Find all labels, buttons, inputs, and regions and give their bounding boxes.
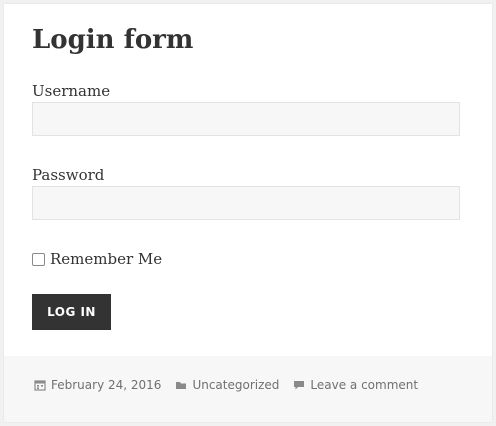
leave-comment-label: Leave a comment bbox=[310, 378, 419, 392]
username-field[interactable] bbox=[32, 102, 460, 136]
login-post-card: Login form Username Password Remember Me… bbox=[4, 4, 492, 422]
username-label: Username bbox=[32, 82, 111, 100]
password-field[interactable] bbox=[32, 186, 460, 220]
remember-me-checkbox[interactable] bbox=[32, 252, 45, 266]
comment-icon bbox=[293, 379, 305, 391]
remember-me-label[interactable]: Remember Me bbox=[50, 249, 162, 269]
post-date: February 24, 2016 bbox=[51, 378, 162, 392]
folder-icon bbox=[175, 379, 187, 391]
calendar-icon bbox=[34, 379, 46, 391]
leave-comment-link[interactable]: Leave a comment bbox=[293, 378, 418, 392]
post-date-link[interactable]: February 24, 2016 bbox=[34, 378, 161, 392]
post-meta: February 24, 2016 Uncategorized Leave a … bbox=[34, 378, 418, 392]
category-link[interactable]: Uncategorized bbox=[175, 378, 279, 392]
entry-footer: February 24, 2016 Uncategorized Leave a … bbox=[4, 356, 492, 422]
page-title: Login form bbox=[32, 25, 194, 55]
login-button[interactable]: LOG IN bbox=[32, 294, 111, 330]
category-label: Uncategorized bbox=[192, 378, 280, 392]
remember-me-row: Remember Me bbox=[32, 249, 162, 269]
password-label: Password bbox=[32, 166, 105, 184]
